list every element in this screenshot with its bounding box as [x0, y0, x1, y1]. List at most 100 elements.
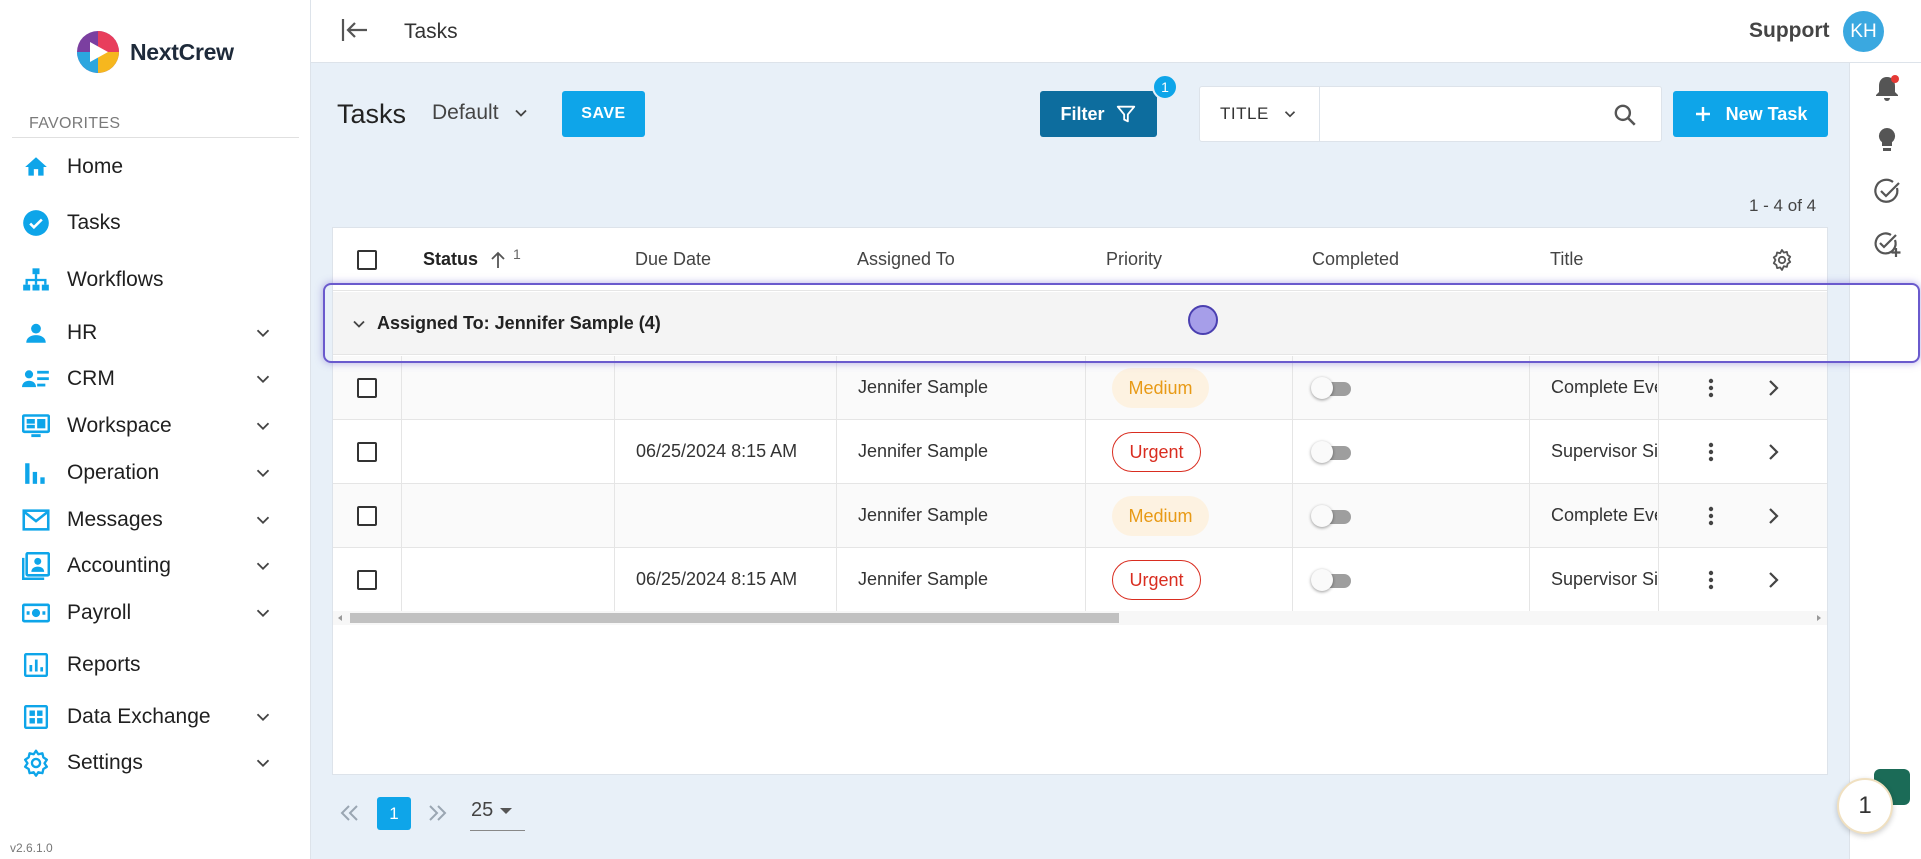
sort-up-icon[interactable]	[488, 250, 508, 270]
sidebar-item-accounting[interactable]: Accounting	[0, 546, 311, 586]
cell-title: Supervisor Si	[1551, 441, 1657, 461]
more-vert-icon[interactable]	[1699, 504, 1723, 528]
column-header-title[interactable]: Title	[1550, 249, 1583, 270]
table-row[interactable]: Jennifer Sample Medium Complete Eve	[333, 356, 1827, 420]
page-size-select[interactable]: 25	[471, 799, 513, 822]
row-checkbox[interactable]	[357, 378, 377, 398]
completed-toggle[interactable]	[1311, 377, 1351, 399]
cell-due-date: 06/25/2024 8:15 AM	[636, 569, 798, 589]
column-header-priority[interactable]: Priority	[1106, 249, 1162, 270]
check-circle-outline-icon[interactable]	[1872, 177, 1902, 207]
search-input[interactable]	[1325, 95, 1595, 133]
bell-icon[interactable]	[1872, 74, 1902, 104]
cell-divider	[1658, 420, 1659, 484]
sidebar-item-hr[interactable]: HR	[0, 313, 311, 353]
table-row[interactable]: Jennifer Sample Medium Complete Eve	[333, 484, 1827, 548]
search-box: TITLE	[1199, 86, 1662, 142]
search-field-value: TITLE	[1220, 104, 1269, 123]
sidebar-item-payroll[interactable]: Payroll	[0, 593, 311, 633]
cell-due-date: 06/25/2024 8:15 AM	[636, 441, 798, 461]
next-page-icon[interactable]	[426, 799, 450, 827]
money-icon	[22, 599, 50, 627]
sidebar-item-label: Reports	[67, 653, 141, 676]
chevron-right-icon[interactable]	[1761, 376, 1785, 400]
add-task-icon[interactable]	[1872, 230, 1902, 260]
chat-count-badge[interactable]: 1	[1837, 778, 1893, 834]
column-header-status[interactable]: Status	[423, 249, 478, 270]
sidebar-item-workspace[interactable]: Workspace	[0, 406, 311, 446]
cell-divider	[836, 548, 837, 612]
cell-divider	[1085, 484, 1086, 548]
collapse-sidebar-icon[interactable]	[340, 16, 370, 44]
filter-button[interactable]: Filter	[1040, 91, 1157, 137]
chevron-down-icon[interactable]	[349, 314, 369, 334]
row-checkbox[interactable]	[357, 506, 377, 526]
more-vert-icon[interactable]	[1699, 376, 1723, 400]
brand-logo[interactable]: NextCrew	[76, 30, 234, 74]
column-header-due-date[interactable]: Due Date	[635, 249, 711, 270]
support-link[interactable]: Support	[1749, 19, 1829, 43]
sidebar-item-data-exchange[interactable]: Data Exchange	[0, 697, 311, 737]
chevron-down-icon	[256, 713, 270, 722]
top-bar: Tasks Support KH	[311, 0, 1921, 63]
more-vert-icon[interactable]	[1699, 440, 1723, 464]
right-rail	[1849, 63, 1921, 859]
sidebar-item-messages[interactable]: Messages	[0, 500, 311, 540]
sidebar-item-crm[interactable]: CRM	[0, 359, 311, 399]
more-vert-icon[interactable]	[1699, 568, 1723, 592]
horizontal-scrollbar[interactable]	[333, 611, 1827, 625]
table-row[interactable]: 06/25/2024 8:15 AM Jennifer Sample Urgen…	[333, 420, 1827, 484]
completed-toggle[interactable]	[1311, 505, 1351, 527]
first-page-icon[interactable]	[337, 799, 361, 827]
cell-divider	[1658, 548, 1659, 612]
scroll-left-icon[interactable]	[336, 614, 344, 622]
cell-divider	[1085, 356, 1086, 420]
cell-divider	[836, 420, 837, 484]
select-all-checkbox[interactable]	[357, 250, 377, 270]
sitemap-icon	[22, 266, 50, 294]
cell-divider	[1292, 548, 1293, 612]
header-title: Tasks	[404, 20, 458, 43]
sidebar-item-settings[interactable]: Settings	[0, 743, 311, 783]
cell-divider	[614, 484, 615, 548]
new-task-button[interactable]: New Task	[1673, 91, 1828, 137]
completed-toggle[interactable]	[1311, 441, 1351, 463]
column-header-assigned-to[interactable]: Assigned To	[857, 249, 955, 270]
page-button-current[interactable]: 1	[377, 797, 411, 830]
table-row[interactable]: 06/25/2024 8:15 AM Jennifer Sample Urgen…	[333, 548, 1827, 612]
cell-assigned-to: Jennifer Sample	[858, 377, 989, 397]
sidebar-item-home[interactable]: Home	[0, 147, 311, 187]
avatar[interactable]: KH	[1843, 11, 1884, 52]
row-checkbox[interactable]	[357, 570, 377, 590]
search-icon[interactable]	[1612, 102, 1638, 128]
priority-badge: Medium	[1112, 368, 1209, 408]
cell-divider	[836, 484, 837, 548]
save-button[interactable]: SAVE	[562, 91, 645, 137]
sidebar-item-reports[interactable]: Reports	[0, 645, 311, 685]
completed-toggle[interactable]	[1311, 569, 1351, 591]
sidebar-item-workflows[interactable]: Workflows	[0, 260, 311, 300]
sidebar-item-operation[interactable]: Operation	[0, 453, 311, 493]
brand-name: NextCrew	[130, 38, 234, 65]
sidebar-item-tasks[interactable]: Tasks	[0, 203, 311, 243]
column-settings-gear-icon[interactable]	[1770, 248, 1794, 272]
group-row[interactable]: Assigned To: Jennifer Sample (4)	[333, 292, 1827, 355]
chevron-right-icon[interactable]	[1761, 504, 1785, 528]
cell-divider	[1529, 548, 1530, 612]
lightbulb-icon[interactable]	[1872, 125, 1902, 155]
search-field-select[interactable]: TITLE	[1200, 87, 1320, 141]
priority-badge: Urgent	[1112, 560, 1201, 600]
report-icon	[22, 651, 50, 679]
row-checkbox[interactable]	[357, 442, 377, 462]
view-select[interactable]: Default	[432, 101, 531, 125]
sidebar-item-label: Workspace	[67, 414, 172, 437]
chevron-right-icon[interactable]	[1761, 568, 1785, 592]
cell-title: Supervisor Si	[1551, 569, 1657, 589]
cell-divider	[614, 356, 615, 420]
scrollbar-thumb[interactable]	[350, 613, 1119, 623]
scroll-right-icon[interactable]	[1815, 614, 1823, 622]
column-header-completed[interactable]: Completed	[1312, 249, 1399, 270]
chevron-right-icon[interactable]	[1761, 440, 1785, 464]
page-size-underline	[470, 830, 525, 831]
sidebar-item-label: Operation	[67, 461, 160, 484]
